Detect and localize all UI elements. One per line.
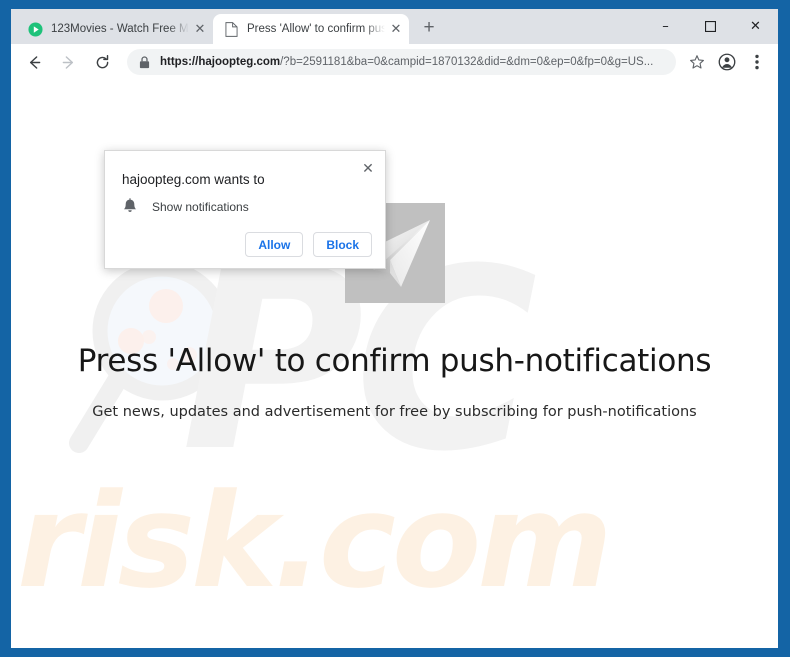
tab-close-icon[interactable]: ✕ xyxy=(191,20,209,38)
browser-window: 123Movies - Watch Free Movies ✕ Press 'A… xyxy=(0,0,790,665)
window-drop-shadow xyxy=(11,657,790,665)
close-button[interactable]: ✕ xyxy=(733,11,778,43)
browser-toolbar: https://hajoopteg.com/?b=2591181&ba=0&ca… xyxy=(11,44,778,81)
url-host: https://hajoopteg.com xyxy=(160,56,281,68)
window-controls: – ✕ xyxy=(643,9,778,44)
dialog-close-icon[interactable]: ✕ xyxy=(357,157,379,179)
tab-close-icon[interactable]: ✕ xyxy=(387,20,405,38)
browser-chrome: 123Movies - Watch Free Movies ✕ Press 'A… xyxy=(11,9,778,648)
watermark-risk: risk.com xyxy=(17,465,613,617)
page-title: Press 'Allow' to confirm push-notificati… xyxy=(77,343,712,379)
star-icon[interactable] xyxy=(684,49,710,75)
page-viewport: PC risk.com Press 'Allow' to confirm pus… xyxy=(11,81,778,647)
dialog-actions: Allow Block xyxy=(245,232,372,257)
back-button[interactable] xyxy=(20,48,48,76)
tab-title: Press 'Allow' to confirm push-not xyxy=(247,23,385,35)
tab-title: 123Movies - Watch Free Movies xyxy=(51,23,189,35)
address-bar-url: https://hajoopteg.com/?b=2591181&ba=0&ca… xyxy=(160,49,653,75)
allow-button[interactable]: Allow xyxy=(245,232,304,257)
tab-strip: 123Movies - Watch Free Movies ✕ Press 'A… xyxy=(11,9,778,44)
page-subtitle: Get news, updates and advertisement for … xyxy=(92,404,697,420)
dialog-title: hajoopteg.com wants to xyxy=(122,172,265,187)
three-dot-menu-icon[interactable] xyxy=(744,49,770,75)
window-frame-left xyxy=(0,0,11,657)
window-frame-right xyxy=(778,0,790,657)
maximize-button[interactable] xyxy=(688,11,733,43)
window-frame-top xyxy=(0,0,779,9)
minimize-button[interactable]: – xyxy=(643,11,688,43)
permission-row: Show notifications xyxy=(122,198,249,215)
url-query: /?b=2591181&ba=0&campid=1870132&did=&dm=… xyxy=(280,56,654,68)
new-tab-button[interactable]: + xyxy=(415,14,443,42)
lock-icon xyxy=(137,55,151,69)
page-icon xyxy=(223,21,239,37)
reload-button[interactable] xyxy=(88,48,116,76)
bell-icon xyxy=(122,198,138,215)
tab-123movies[interactable]: 123Movies - Watch Free Movies ✕ xyxy=(17,14,213,44)
play-circle-icon xyxy=(27,21,43,37)
tab-press-allow[interactable]: Press 'Allow' to confirm push-not ✕ xyxy=(213,14,409,44)
window-frame-bottom xyxy=(0,648,779,657)
address-bar[interactable]: https://hajoopteg.com/?b=2591181&ba=0&ca… xyxy=(127,49,676,75)
notification-permission-dialog: ✕ hajoopteg.com wants to Show notificati… xyxy=(104,150,386,269)
permission-label: Show notifications xyxy=(152,199,249,214)
forward-button[interactable] xyxy=(54,48,82,76)
account-icon[interactable] xyxy=(714,49,740,75)
block-button[interactable]: Block xyxy=(313,232,372,257)
